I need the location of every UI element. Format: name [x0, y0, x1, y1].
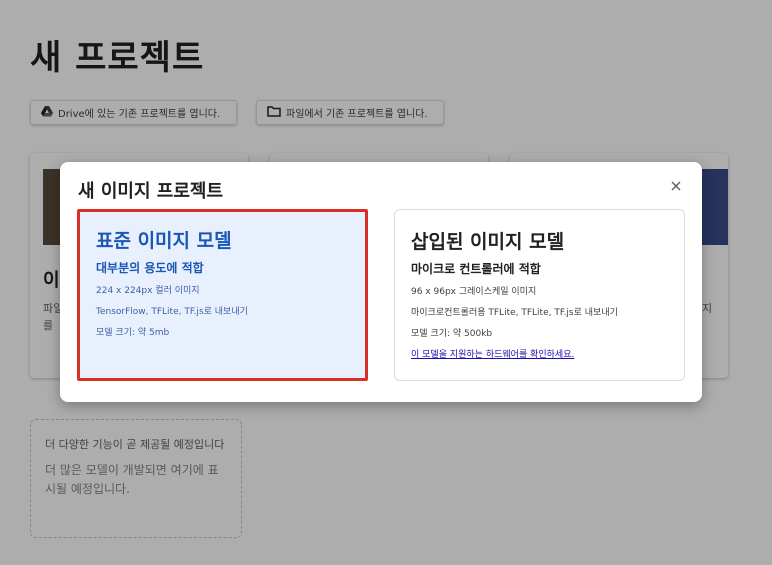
supported-hardware-link[interactable]: 이 모델을 지원하는 하드웨어를 확인하세요.: [411, 350, 668, 361]
option-title: 표준 이미지 모델: [96, 230, 232, 252]
standard-image-model-option[interactable]: 표준 이미지 모델 대부분의 용도에 적합 224 x 224px 컬러 이미지…: [77, 209, 368, 381]
option-subtitle: 대부분의 용도에 적합: [96, 261, 204, 275]
option-detail-export: TensorFlow, TFLite, TF.js로 내보내기: [96, 307, 248, 317]
close-button[interactable]: [668, 178, 684, 194]
close-icon: [671, 181, 681, 191]
dialog-title: 새 이미지 프로젝트: [78, 181, 224, 202]
option-detail-resolution: 224 x 224px 컬러 이미지: [96, 286, 200, 296]
option-detail-export: 마이크로컨트롤러용 TFLite, TFLite, TF.js로 내보내기: [411, 308, 618, 318]
option-title: 삽입된 이미지 모델: [411, 231, 565, 253]
option-detail-size: 모델 크기: 약 500kb: [411, 329, 493, 339]
option-detail-resolution: 96 x 96px 그레이스케일 이미지: [411, 287, 537, 297]
new-image-project-dialog: 새 이미지 프로젝트 표준 이미지 모델 대부분의 용도에 적합 224 x 2…: [60, 162, 702, 402]
embedded-image-model-option[interactable]: 삽입된 이미지 모델 마이크로 컨트롤러에 적합 96 x 96px 그레이스케…: [394, 209, 685, 381]
option-subtitle: 마이크로 컨트롤러에 적합: [411, 262, 541, 276]
option-detail-size: 모델 크기: 약 5mb: [96, 328, 170, 338]
